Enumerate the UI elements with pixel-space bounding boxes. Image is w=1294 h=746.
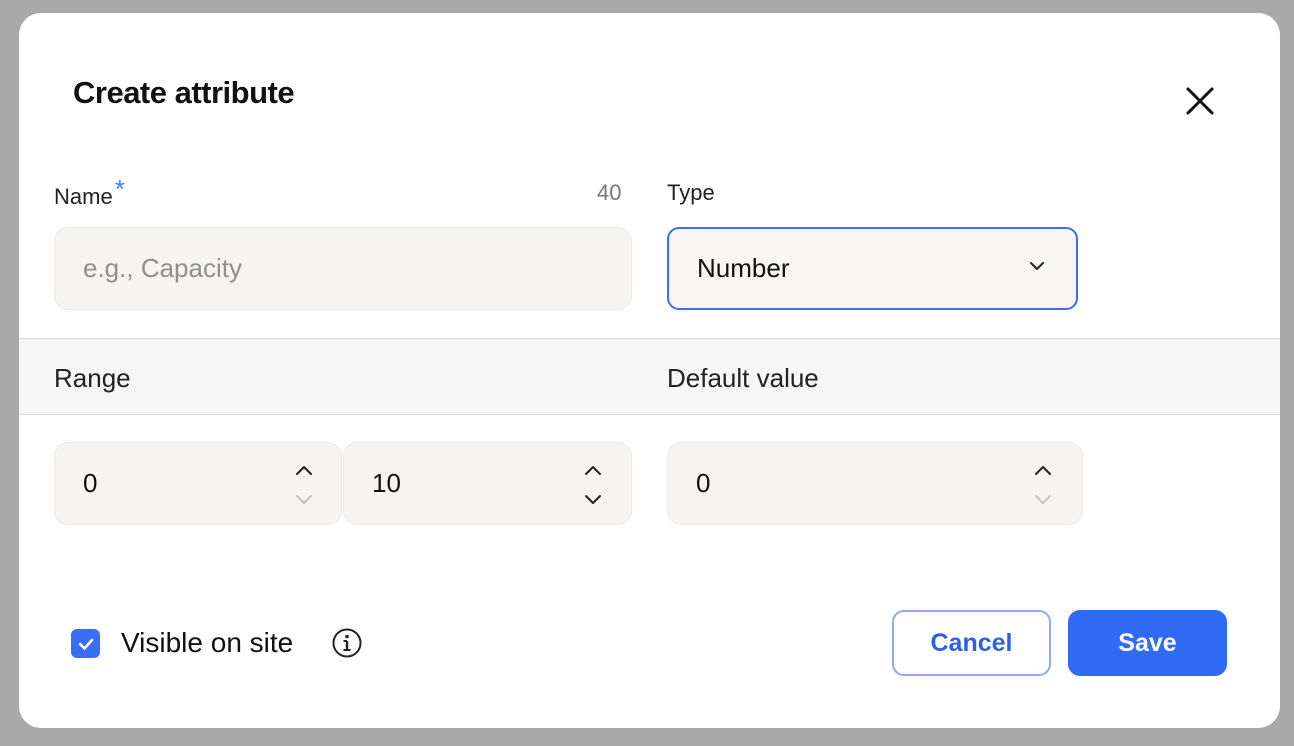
close-button[interactable] [1180, 81, 1220, 121]
type-select-value: Number [697, 253, 790, 283]
range-section-header: Range Default value [19, 338, 1280, 415]
range-min-input[interactable]: 0 [54, 442, 342, 525]
range-min-stepper [291, 459, 317, 511]
cancel-button[interactable]: Cancel [892, 610, 1051, 676]
increment-icon[interactable] [1030, 459, 1056, 483]
increment-icon[interactable] [580, 459, 606, 483]
checkmark-icon [78, 638, 93, 650]
range-max-stepper [580, 459, 606, 511]
close-icon [1186, 87, 1214, 115]
default-value-stepper [1030, 459, 1056, 511]
dialog-title: Create attribute [73, 75, 295, 110]
decrement-icon[interactable] [1030, 487, 1056, 511]
range-max-input[interactable]: 10 [343, 442, 632, 525]
required-asterisk: * [114, 174, 125, 204]
info-icon[interactable] [331, 627, 363, 659]
default-value-value: 0 [696, 468, 711, 498]
name-input-placeholder: e.g., Capacity [83, 253, 242, 283]
name-input[interactable]: e.g., Capacity [54, 227, 632, 310]
default-value-label: Default value [667, 363, 819, 393]
save-button[interactable]: Save [1068, 610, 1227, 676]
decrement-icon[interactable] [580, 487, 606, 511]
name-char-counter: 40 [597, 180, 622, 205]
visible-on-site-label: Visible on site [121, 627, 294, 658]
default-value-input[interactable]: 0 [667, 442, 1083, 525]
visible-on-site-checkbox[interactable] [71, 629, 100, 658]
name-label-text: Name [54, 184, 113, 209]
range-label: Range [54, 363, 131, 393]
range-max-value: 10 [372, 468, 401, 498]
type-label: Type [667, 180, 715, 205]
chevron-down-icon [1030, 262, 1044, 270]
create-attribute-dialog: Create attribute Name* 40 e.g., Capacity… [19, 13, 1280, 728]
range-min-value: 0 [83, 468, 98, 498]
decrement-icon[interactable] [291, 487, 317, 511]
increment-icon[interactable] [291, 459, 317, 483]
type-select[interactable]: Number [667, 227, 1078, 310]
name-label: Name* [54, 174, 125, 211]
